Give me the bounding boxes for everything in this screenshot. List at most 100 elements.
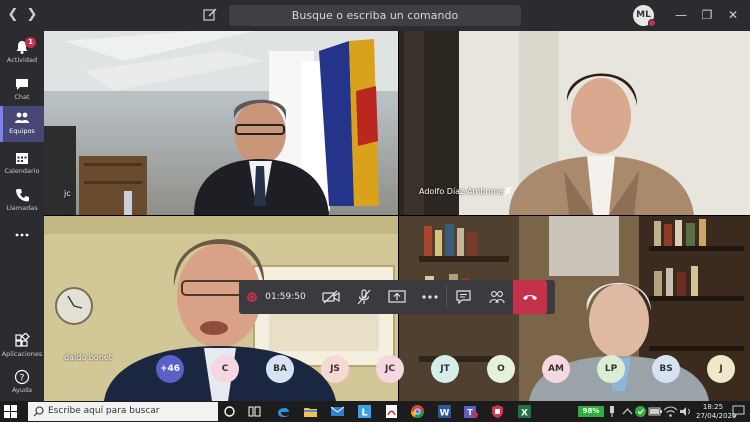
edge-browser-icon[interactable]: [276, 404, 291, 419]
avatar-initials: JC: [385, 364, 395, 374]
mail-icon[interactable]: [330, 404, 345, 419]
avatar[interactable]: O: [487, 355, 515, 383]
more-icon: [421, 295, 438, 299]
chrome-icon[interactable]: [410, 404, 425, 419]
rail-item-aplicaciones[interactable]: Aplicaciones: [0, 329, 44, 365]
svg-text:?: ?: [20, 374, 25, 384]
usb-icon[interactable]: [607, 404, 617, 419]
rail-item-calendario[interactable]: Calendario: [0, 146, 44, 182]
avatar-initials: LP: [604, 364, 618, 374]
hang-up-icon: [523, 295, 537, 300]
meeting-stage: jc Adolfo Díaz-Ambrona daldo bonet: [44, 31, 750, 401]
title-bar: ❮ ❯ Busque o escriba un comando ML — ❐ ✕: [0, 0, 750, 31]
chat-icon: [16, 79, 28, 90]
command-search-input[interactable]: Busque o escriba un comando: [229, 5, 521, 26]
rail-item-ayuda[interactable]: ? Ayuda: [0, 365, 44, 401]
user-avatar[interactable]: ML: [633, 5, 656, 27]
word-icon[interactable]: W: [437, 404, 452, 419]
avatar[interactable]: LP: [597, 355, 625, 383]
avatar[interactable]: JS: [321, 355, 349, 383]
windows-taskbar: Escribe aquí para buscar L W T X 98% 18:…: [0, 401, 750, 422]
share-tray-icon: [387, 290, 406, 303]
mic-off-icon: [357, 289, 370, 305]
participant-video-2[interactable]: Adolfo Díaz-Ambrona: [399, 31, 750, 215]
participant-name: daldo bonet: [64, 353, 112, 362]
rail-label: Aplicaciones: [1, 350, 43, 358]
forward-arrow-icon[interactable]: ❯: [24, 7, 40, 23]
battery-indicator[interactable]: 98%: [578, 406, 604, 417]
svg-text:X: X: [521, 409, 528, 419]
rail-label: Llamadas: [6, 204, 38, 212]
taskbar-search-input[interactable]: Escribe aquí para buscar: [28, 402, 218, 421]
search-icon: [33, 406, 44, 417]
svg-text:L: L: [361, 408, 368, 419]
avatar[interactable]: J: [707, 355, 735, 383]
teams-window: ❮ ❯ Busque o escriba un comando ML — ❐ ✕…: [0, 0, 750, 422]
taskbar-clock[interactable]: 18:25 27/04/2020: [696, 403, 737, 421]
rail-item-chat[interactable]: Chat: [0, 72, 44, 108]
rail-item-equipos[interactable]: Equipos: [0, 106, 44, 142]
rail-label: Actividad: [6, 56, 38, 64]
calendar-icon: [16, 153, 28, 164]
mic-toggle-button[interactable]: [347, 280, 380, 314]
avatar[interactable]: AM: [542, 355, 570, 383]
svg-text:W: W: [440, 409, 450, 419]
rail-item-actividad[interactable]: Actividad 1: [0, 35, 44, 71]
cortana-icon[interactable]: [222, 404, 237, 419]
wifi-icon[interactable]: [663, 404, 678, 419]
avatar[interactable]: C: [211, 355, 239, 383]
compose-icon[interactable]: [202, 7, 218, 23]
avatar-initials: JT: [440, 364, 450, 374]
rail-item-llamadas[interactable]: Llamadas: [0, 183, 44, 219]
security-app-icon[interactable]: [490, 404, 505, 419]
share-screen-button[interactable]: [380, 280, 413, 314]
rail-label: Ayuda: [11, 386, 33, 394]
notifications-icon[interactable]: [731, 404, 746, 419]
camera-toggle-button[interactable]: [314, 280, 347, 314]
rail-label: Equipos: [9, 127, 35, 135]
user-avatar-initials: ML: [636, 10, 651, 20]
defender-check-icon[interactable]: [633, 404, 648, 419]
avatar-initials: J: [719, 364, 723, 374]
rail-item-more[interactable]: [0, 223, 44, 247]
taskbar-search-placeholder: Escribe aquí para buscar: [48, 406, 160, 416]
back-arrow-icon[interactable]: ❮: [5, 7, 21, 23]
app-rail: Actividad 1 Chat Equipos Calendario Llam…: [0, 31, 44, 401]
meeting-controls: 01:59:50: [239, 280, 555, 314]
battery-icon[interactable]: [648, 404, 663, 419]
clock-time: 18:25: [702, 403, 724, 411]
mic-off-icon: [503, 186, 513, 196]
phone-icon: [16, 189, 29, 202]
avatar[interactable]: JC: [376, 355, 404, 383]
acrobat-reader-icon[interactable]: [384, 404, 399, 419]
show-participants-button[interactable]: [480, 280, 513, 314]
task-view-icon[interactable]: [247, 404, 262, 419]
avatar-initials: AM: [548, 364, 564, 374]
activity-badge: 1: [25, 37, 36, 48]
rail-label: Chat: [14, 93, 30, 101]
excel-icon[interactable]: X: [517, 404, 532, 419]
participant-video-frame: [44, 31, 398, 215]
apps-icon: [15, 333, 30, 347]
help-icon: ?: [14, 369, 30, 385]
file-explorer-icon[interactable]: [303, 404, 318, 419]
participant-video-1[interactable]: jc: [44, 31, 398, 215]
teams-taskbar-icon[interactable]: T: [463, 404, 478, 419]
avatar[interactable]: JT: [431, 355, 459, 383]
minimize-icon[interactable]: —: [672, 6, 690, 24]
avatar[interactable]: BS: [652, 355, 680, 383]
participants-icon: [488, 291, 505, 304]
avatar-initials: BA: [273, 364, 287, 374]
hang-up-button[interactable]: [513, 280, 547, 314]
more-actions-button[interactable]: [413, 280, 446, 314]
chat-icon: [456, 290, 471, 304]
app-l-icon[interactable]: L: [357, 404, 372, 419]
avatar[interactable]: BA: [266, 355, 294, 383]
overflow-participants-badge[interactable]: +46: [156, 355, 184, 383]
close-icon[interactable]: ✕: [724, 6, 742, 24]
windows-start-icon[interactable]: [4, 405, 17, 418]
restore-icon[interactable]: ❐: [698, 6, 716, 24]
volume-icon[interactable]: [678, 404, 693, 419]
clock-date: 27/04/2020: [696, 412, 737, 420]
show-conversation-button[interactable]: [447, 280, 480, 314]
